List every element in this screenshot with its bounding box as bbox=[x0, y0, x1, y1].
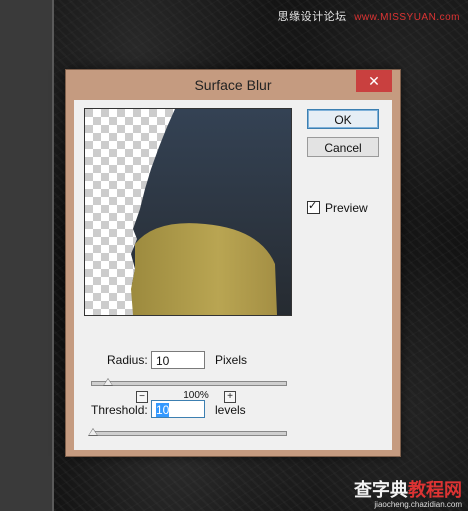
radius-unit: Pixels bbox=[215, 353, 248, 367]
zoom-out-icon: − bbox=[139, 391, 145, 402]
preview-checkbox-box[interactable]: ✓ bbox=[307, 200, 320, 214]
close-icon: ✕ bbox=[368, 73, 380, 89]
surface-blur-dialog: Surface Blur ✕ OK Cancel ✓ Preview − 100… bbox=[66, 70, 400, 456]
watermark-bottom-text-1: 查字典 bbox=[354, 480, 408, 500]
ok-button[interactable]: OK bbox=[307, 109, 379, 129]
panel-strip bbox=[0, 0, 54, 511]
radius-slider-track[interactable] bbox=[91, 381, 287, 386]
watermark-bottom-text-2: 教程网 bbox=[408, 480, 462, 500]
watermark-bottom-site: jiaocheng.chazidian.com bbox=[374, 500, 462, 509]
preview-label: Preview bbox=[325, 201, 368, 215]
zoom-in-button[interactable]: + bbox=[224, 391, 236, 403]
dialog-title: Surface Blur bbox=[194, 77, 272, 93]
threshold-slider-track[interactable] bbox=[91, 431, 287, 436]
zoom-out-button[interactable]: − bbox=[136, 391, 148, 403]
preview-image bbox=[85, 109, 291, 315]
preview-area[interactable] bbox=[84, 108, 292, 316]
watermark-top-site: www.MISSYUAN.com bbox=[354, 12, 460, 23]
threshold-input[interactable]: 10 bbox=[151, 400, 205, 418]
radius-slider-thumb[interactable] bbox=[103, 378, 114, 386]
zoom-in-icon: + bbox=[227, 391, 233, 402]
watermark-bottom: 查字典教程网 jiaocheng.chazidian.com bbox=[354, 480, 462, 509]
close-button[interactable]: ✕ bbox=[356, 70, 392, 92]
watermark-top: 思缘设计论坛 www.MISSYUAN.com bbox=[278, 8, 460, 24]
radius-label: Radius: bbox=[107, 353, 148, 367]
dialog-titlebar[interactable]: Surface Blur ✕ bbox=[66, 70, 400, 100]
preview-checkbox[interactable]: ✓ Preview bbox=[307, 200, 368, 215]
checkmark-icon: ✓ bbox=[308, 200, 318, 212]
threshold-slider-thumb[interactable] bbox=[87, 428, 98, 436]
threshold-unit: levels bbox=[215, 403, 246, 417]
dialog-body: OK Cancel ✓ Preview − 100% + Radius: 10 P… bbox=[74, 100, 392, 450]
threshold-input-value: 10 bbox=[156, 403, 170, 417]
radius-input[interactable]: 10 bbox=[151, 351, 205, 369]
cancel-button[interactable]: Cancel bbox=[307, 137, 379, 157]
watermark-top-text: 思缘设计论坛 bbox=[277, 11, 347, 23]
threshold-label: Threshold: bbox=[91, 403, 148, 417]
